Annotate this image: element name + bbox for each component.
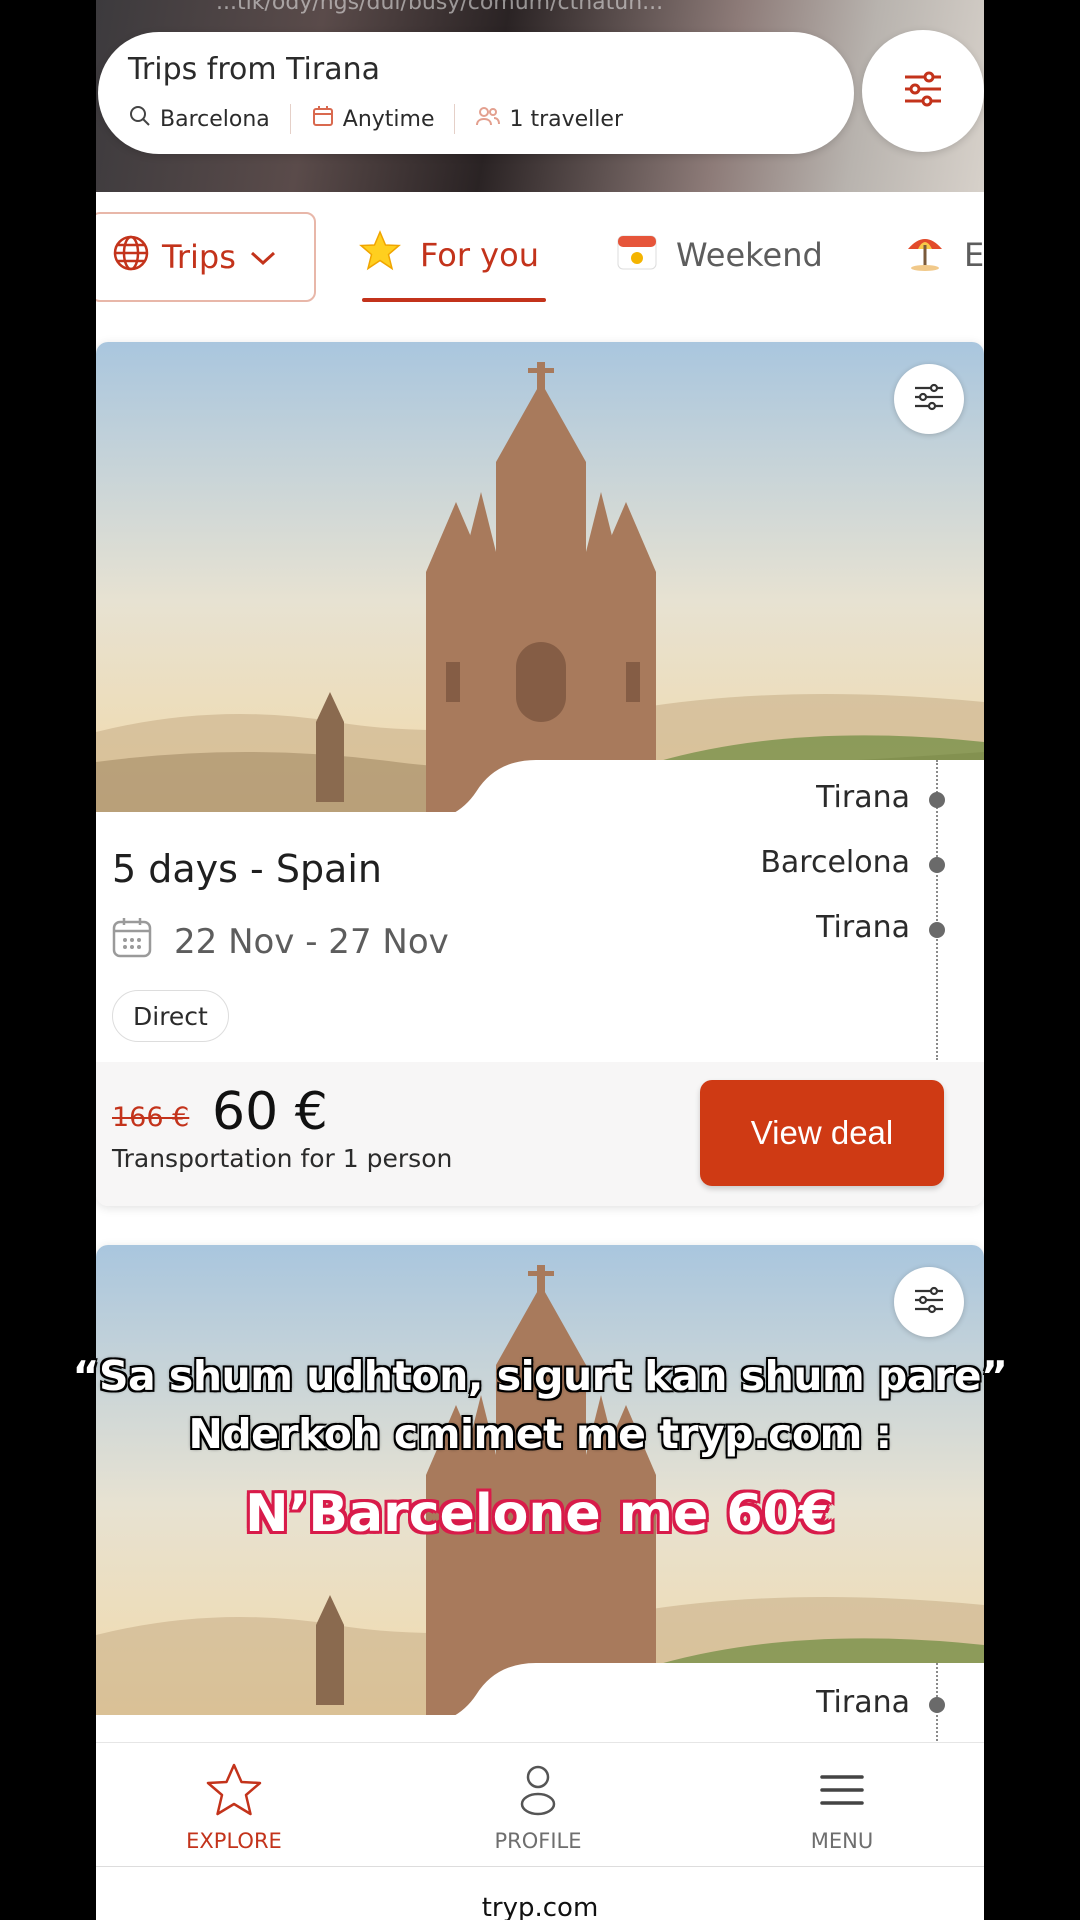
current-price: 60 € <box>212 1082 328 1142</box>
divider <box>289 104 291 134</box>
destination-field[interactable]: Barcelona <box>128 104 270 134</box>
price-note: Transportation for 1 person <box>112 1144 453 1173</box>
date-value: Anytime <box>342 106 435 132</box>
category-tabs: Trips For you Weekend E <box>96 210 984 302</box>
travellers-field[interactable]: 1 traveller <box>475 104 623 134</box>
trips-dropdown-label: Trips <box>162 238 236 276</box>
person-icon <box>518 1764 558 1821</box>
tab-for-you[interactable]: For you <box>358 230 539 280</box>
sliders-icon <box>912 1285 946 1319</box>
chevron-down-icon <box>248 238 278 276</box>
caption-fragment: ...tik/ody/ngs/dui/busy/comum/ctnatun... <box>216 0 664 15</box>
old-price: 166 € <box>112 1102 190 1133</box>
overlay-caption-highlight: N’Barcelone me 60€ <box>245 1484 835 1544</box>
app-screen: ...tik/ody/ngs/dui/busy/comum/ctnatun...… <box>96 0 984 1920</box>
trip-title: 5 days - Spain <box>112 847 382 891</box>
divider <box>454 104 456 134</box>
tab-label: For you <box>420 236 539 274</box>
date-field[interactable]: Anytime <box>311 104 435 134</box>
nav-label: EXPLORE <box>186 1829 282 1853</box>
hamburger-icon <box>819 1773 865 1812</box>
search-bar[interactable]: Trips from Tirana Barcelona Anytime 1 tr… <box>98 32 854 154</box>
star-outline-icon <box>205 1762 263 1823</box>
route-dot <box>929 792 945 808</box>
overlay-caption-line1: “Sa shum udhton, sigurt kan shum pare” <box>72 1352 1008 1400</box>
direct-badge: Direct <box>112 990 229 1042</box>
trips-dropdown[interactable]: Trips <box>96 212 316 302</box>
star-icon <box>358 230 402 280</box>
route-dot <box>929 1697 945 1713</box>
route-origin: Tirana <box>816 780 910 815</box>
active-tab-indicator <box>362 298 546 302</box>
people-icon <box>475 104 501 134</box>
sliders-icon <box>901 69 945 113</box>
search-icon <box>128 104 152 134</box>
browser-url-bar[interactable]: tryp.com <box>96 1866 984 1920</box>
search-title: Trips from Tirana <box>128 52 380 87</box>
trip-card[interactable]: Tirana Barcelona Tirana 5 days - Spain 2… <box>96 342 984 1206</box>
card-filter-button[interactable] <box>894 1267 964 1337</box>
beach-umbrella-icon <box>904 231 946 279</box>
nav-label: MENU <box>810 1829 874 1853</box>
hero-header: ...tik/ody/ngs/dui/busy/comum/ctnatun...… <box>96 0 984 192</box>
nav-label: PROFILE <box>494 1829 582 1853</box>
calendar-icon <box>112 916 152 967</box>
route-origin: Tirana <box>816 1685 910 1720</box>
calendar-emoji-icon <box>616 231 658 279</box>
bottom-navigation: EXPLORE PROFILE MENU <box>96 1742 984 1866</box>
tab-label: Weekend <box>676 236 823 274</box>
nav-menu[interactable]: MENU <box>742 1761 942 1853</box>
destination-value: Barcelona <box>160 106 270 132</box>
trip-dates: 22 Nov - 27 Nov <box>112 916 449 967</box>
route-dot <box>929 922 945 938</box>
overlay-caption-line2: Nderkoh cmimet me tryp.com : <box>188 1410 892 1458</box>
nav-explore[interactable]: EXPLORE <box>134 1761 334 1853</box>
route-destination: Barcelona <box>760 845 910 880</box>
tab-label: E <box>964 236 984 274</box>
tab-beach[interactable]: E <box>904 230 984 280</box>
nav-profile[interactable]: PROFILE <box>438 1761 638 1853</box>
route-dot <box>929 857 945 873</box>
travellers-value: 1 traveller <box>509 106 623 132</box>
sliders-icon <box>912 382 946 416</box>
route-return: Tirana <box>816 910 910 945</box>
card-filter-button[interactable] <box>894 364 964 434</box>
view-deal-button[interactable]: View deal <box>700 1080 944 1186</box>
calendar-icon <box>311 104 335 134</box>
filters-button[interactable] <box>862 30 984 152</box>
dates-value: 22 Nov - 27 Nov <box>174 921 449 962</box>
tab-weekend[interactable]: Weekend <box>616 230 823 280</box>
globe-icon <box>112 234 150 280</box>
